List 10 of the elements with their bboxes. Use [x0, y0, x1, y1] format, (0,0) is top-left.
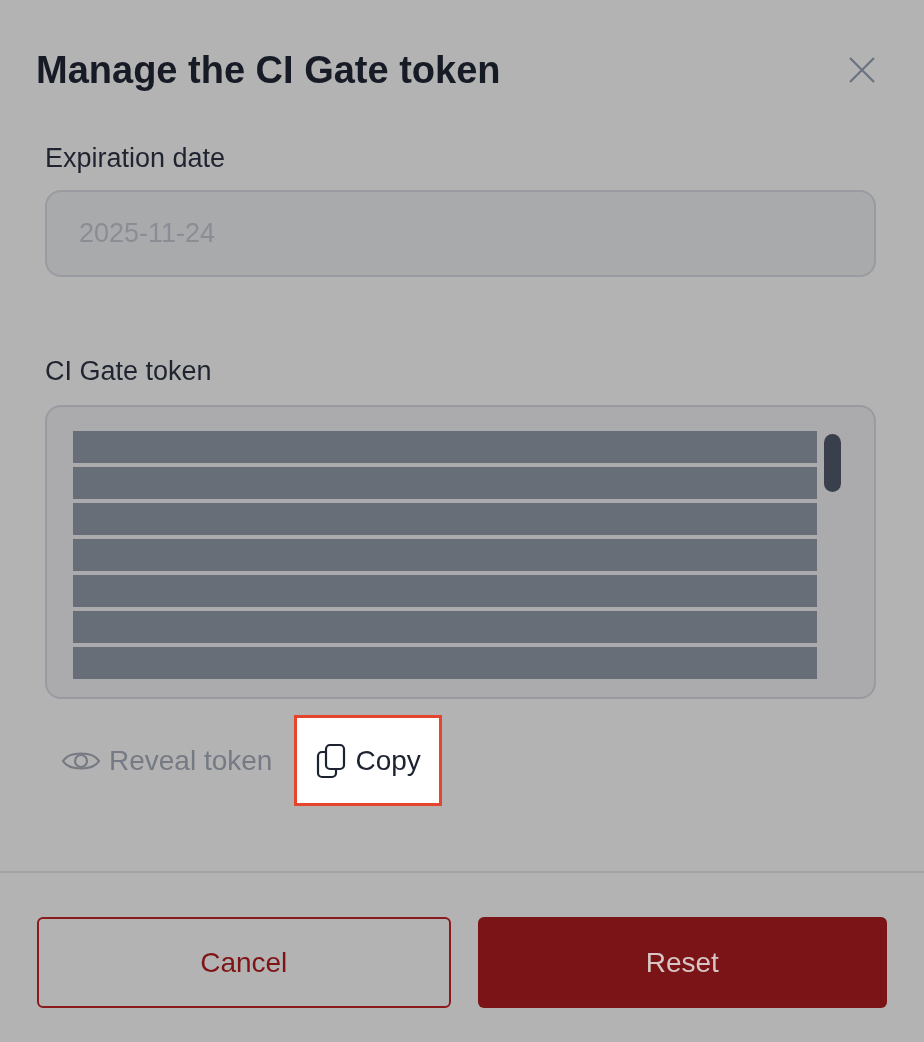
field-label: CI Gate token	[45, 355, 213, 388]
field-label: Expiration date	[45, 142, 227, 175]
token-field[interactable]	[45, 405, 876, 699]
scrollbar-thumb[interactable]	[824, 434, 841, 492]
copy-icon	[315, 742, 348, 779]
copy-button[interactable]: Copy	[294, 715, 442, 806]
close-icon	[848, 56, 876, 84]
dialog-title: Manage the CI Gate token	[36, 48, 501, 93]
reset-button[interactable]: Reset	[477, 917, 887, 1008]
cancel-button[interactable]: Cancel	[37, 917, 451, 1008]
